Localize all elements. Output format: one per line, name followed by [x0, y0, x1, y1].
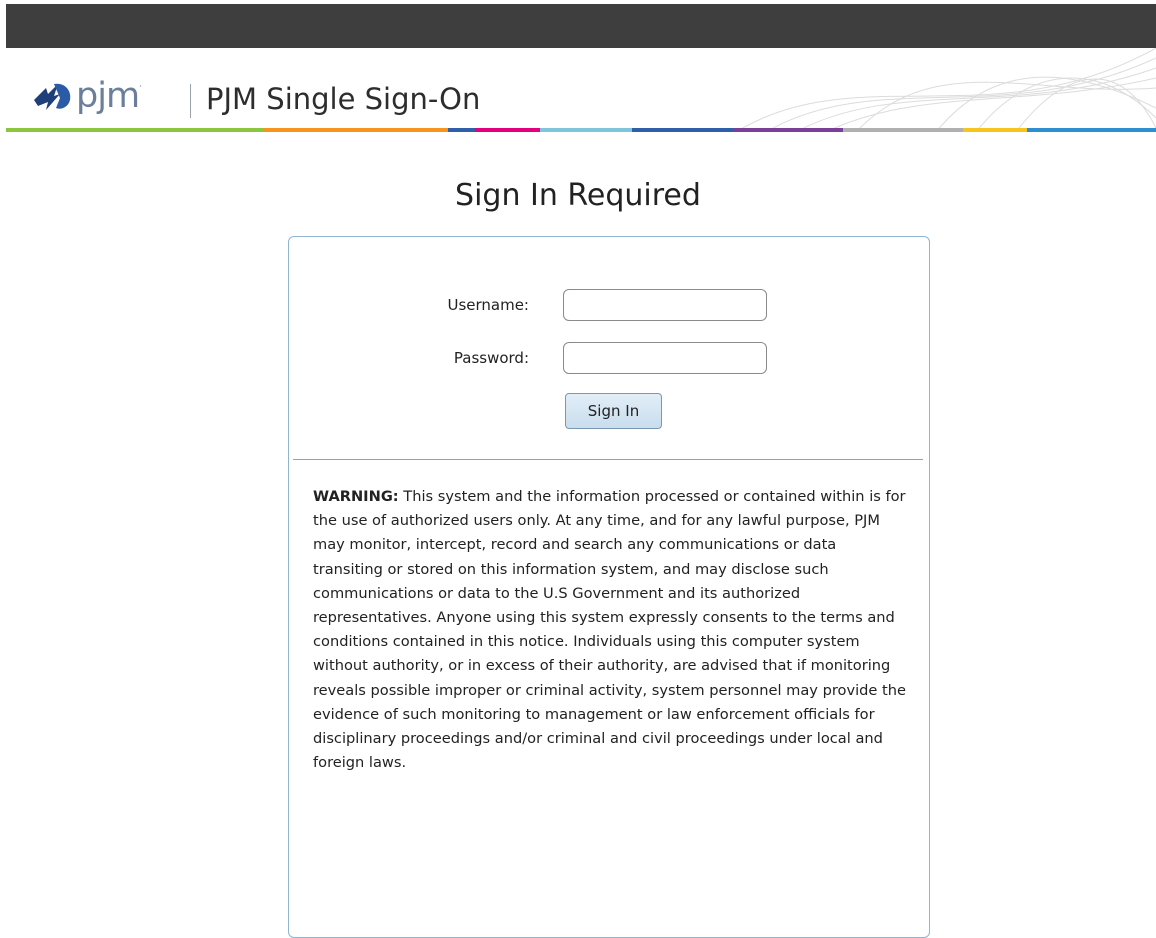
strip-segment [631, 128, 733, 132]
strip-segment [6, 128, 144, 132]
strip-segment [263, 128, 448, 132]
app-title: PJM Single Sign-On [206, 82, 481, 116]
warning-notice: WARNING: This system and the information… [313, 485, 909, 775]
strip-segment [1027, 128, 1156, 132]
strip-segment [539, 128, 632, 132]
password-input[interactable] [563, 342, 767, 374]
warning-lead: WARNING: [313, 488, 399, 505]
strip-segment [447, 128, 476, 132]
page-title: Sign In Required [455, 178, 701, 213]
password-label: Password: [453, 349, 529, 367]
username-input[interactable] [563, 289, 767, 321]
logo-trademark: · [139, 82, 142, 92]
logo-wordmark: pjm [76, 76, 140, 116]
strip-segment [962, 128, 1028, 132]
strip-segment [144, 128, 264, 132]
strip-segment [843, 128, 963, 132]
site-header: pjm · PJM Single Sign-On [6, 48, 1156, 132]
strip-segment [475, 128, 540, 132]
header-separator [190, 84, 191, 118]
username-row: Username: [289, 289, 767, 321]
pjm-logo[interactable]: pjm · [30, 78, 142, 114]
top-bar [6, 4, 1156, 48]
pjm-lightning-icon [34, 83, 71, 110]
header-wave-decoration [736, 48, 1156, 132]
username-label: Username: [447, 296, 529, 314]
warning-body: This system and the information processe… [313, 488, 906, 772]
password-row: Password: [289, 342, 767, 374]
brand-color-strip [6, 128, 1156, 132]
sign-in-panel: Username: Password: Sign In WARNING: Thi… [288, 236, 930, 938]
sign-in-button[interactable]: Sign In [565, 393, 662, 429]
strip-segment [732, 128, 844, 132]
panel-divider [293, 459, 923, 460]
